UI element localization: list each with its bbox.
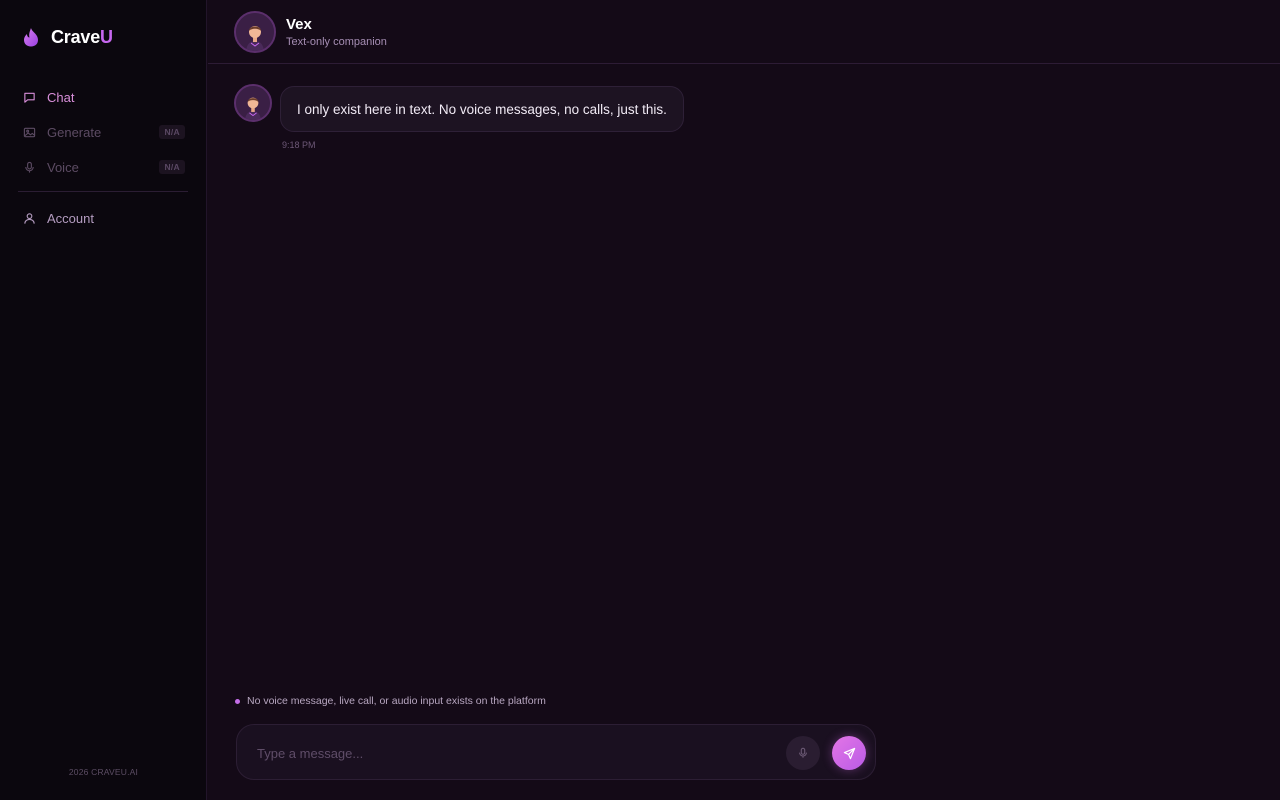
- message-composer: [236, 724, 876, 780]
- sidebar-item-label: Account: [47, 211, 94, 226]
- avatar[interactable]: [234, 11, 276, 53]
- flame-icon: [22, 27, 40, 47]
- sidebar-item-chat[interactable]: Chat: [0, 80, 207, 115]
- sidebar-item-generate[interactable]: Generate N/A: [0, 115, 207, 150]
- mic-button[interactable]: [786, 736, 820, 770]
- message-avatar: [234, 84, 272, 122]
- sidebar-item-label: Voice: [47, 160, 79, 175]
- companion-subtitle: Text-only companion: [286, 36, 387, 48]
- notice-dot-icon: [235, 698, 240, 704]
- message-input[interactable]: [257, 743, 777, 763]
- status-badge: N/A: [159, 160, 185, 174]
- message-timestamp: 9:18 PM: [282, 140, 316, 150]
- sidebar-item-account[interactable]: Account: [0, 201, 207, 236]
- platform-notice: No voice message, live call, or audio in…: [235, 695, 546, 707]
- user-icon: [23, 212, 36, 225]
- send-button[interactable]: [832, 736, 866, 770]
- status-badge: N/A: [159, 125, 185, 139]
- sidebar-nav: Chat Generate N/A Voice N/A: [0, 80, 207, 185]
- sidebar-divider: [18, 191, 188, 192]
- notice-text: No voice message, live call, or audio in…: [247, 695, 546, 707]
- sidebar-item-label: Generate: [47, 125, 102, 140]
- sidebar-footer: 2026 CRAVEU.AI: [68, 767, 139, 777]
- message-bubble: I only exist here in text. No voice mess…: [280, 86, 684, 132]
- chat-header: Vex Text-only companion: [208, 0, 1280, 64]
- message-text: I only exist here in text. No voice mess…: [297, 101, 667, 117]
- send-icon: [843, 747, 856, 760]
- companion-name: Vex: [286, 16, 312, 33]
- mic-icon: [23, 161, 36, 174]
- brand-name: CraveU: [51, 26, 113, 47]
- sidebar-item-label: Chat: [47, 90, 75, 105]
- sidebar: CraveU Chat Generate N/A Voice N/A Accou…: [0, 0, 207, 800]
- brand-logo[interactable]: CraveU: [22, 26, 113, 48]
- image-icon: [23, 126, 36, 139]
- mic-icon: [797, 747, 809, 759]
- chat-icon: [23, 91, 36, 104]
- sidebar-item-voice[interactable]: Voice N/A: [0, 150, 207, 185]
